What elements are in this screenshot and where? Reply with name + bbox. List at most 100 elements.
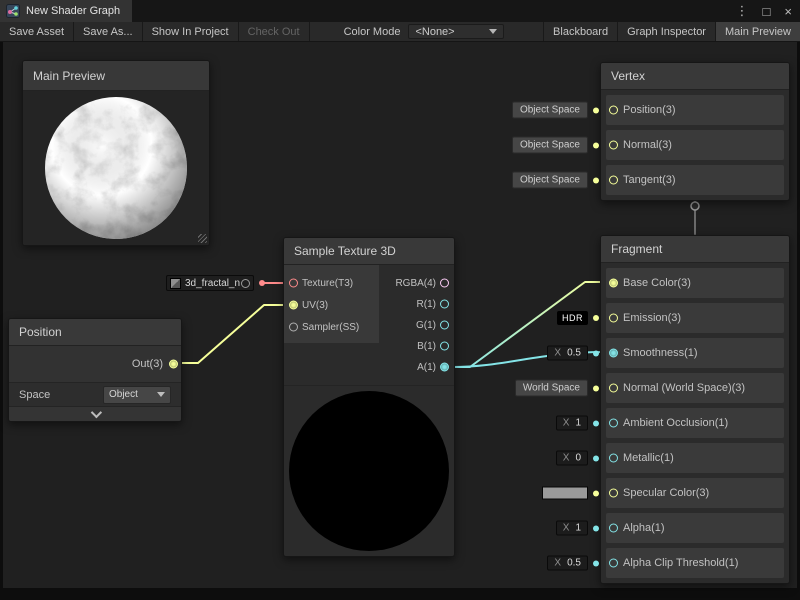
vertex-row-tangent: Tangent(3) Object Space xyxy=(606,165,784,195)
graph-inspector-toggle-button[interactable]: Graph Inspector xyxy=(617,22,715,41)
ambient-occlusion-value-field[interactable]: X 1 xyxy=(556,416,588,431)
sampler-input-port[interactable] xyxy=(289,323,298,332)
window-controls: ⋮ □ × xyxy=(736,0,800,22)
position-node-title-bar[interactable]: Position xyxy=(9,319,181,346)
space-dropdown[interactable]: Object xyxy=(103,386,171,404)
a-output-port[interactable] xyxy=(440,363,449,372)
texture-port-label: Texture(T3) xyxy=(302,278,353,289)
b-port-label: B(1) xyxy=(417,341,436,352)
x-prefix: X xyxy=(563,453,570,464)
x-value: 1 xyxy=(575,418,581,429)
g-port-label: G(1) xyxy=(416,320,436,331)
texture-3d-preview xyxy=(289,391,449,551)
normal-input-port[interactable] xyxy=(609,141,618,150)
fragment-row-base-color: Base Color(3) xyxy=(606,268,784,298)
position-node[interactable]: Position Out(3) Space Object xyxy=(8,318,182,422)
metallic-input-port[interactable] xyxy=(609,454,618,463)
texture-input-port[interactable] xyxy=(289,279,298,288)
base-color-label: Base Color(3) xyxy=(623,277,691,289)
tangent-space-dropdown[interactable]: Object Space xyxy=(512,172,588,189)
widget-port-dot xyxy=(593,350,599,356)
fragment-row-alpha-clip: Alpha Clip Threshold(1) X 0.5 xyxy=(606,548,784,578)
specular-color-label: Specular Color(3) xyxy=(623,487,709,499)
position-node-title: Position xyxy=(19,325,62,339)
save-as-button[interactable]: Save As... xyxy=(74,22,143,41)
normal-ws-input-port[interactable] xyxy=(609,384,618,393)
a-port-label: A(1) xyxy=(417,362,436,373)
vertex-context-node[interactable]: Vertex Position(3) Object Space Normal(3… xyxy=(600,62,790,201)
shader-graph-window: New Shader Graph ⋮ □ × Save Asset Save A… xyxy=(0,0,800,600)
widget-port-dot xyxy=(593,455,599,461)
chevron-down-icon xyxy=(489,29,497,34)
specular-color-input-port[interactable] xyxy=(609,489,618,498)
base-color-input-port[interactable] xyxy=(609,279,618,288)
ambient-occlusion-input-port[interactable] xyxy=(609,419,618,428)
main-preview-panel[interactable]: Main Preview xyxy=(22,60,210,246)
alpha-value-field[interactable]: X 1 xyxy=(556,521,588,536)
sampler-input-row: Sampler(SS) xyxy=(285,319,359,335)
out-port-label: Out(3) xyxy=(132,358,163,370)
tangent-input-port[interactable] xyxy=(609,176,618,185)
collapse-preview-button[interactable] xyxy=(9,406,181,421)
texture-input-row: Texture(T3) 3d_fractal_n xyxy=(285,275,353,291)
smoothness-value-field[interactable]: X 0.5 xyxy=(547,346,588,361)
texture-object-field[interactable]: 3d_fractal_n xyxy=(166,275,254,291)
chevron-down-icon xyxy=(157,392,165,397)
position-space-dropdown[interactable]: Object Space xyxy=(512,102,588,119)
normal-space-dropdown[interactable]: Object Space xyxy=(512,137,588,154)
main-preview-title: Main Preview xyxy=(33,69,105,83)
x-value: 1 xyxy=(575,523,581,534)
fragment-row-emission: Emission(3) HDR xyxy=(606,303,784,333)
graph-toolbar: Save Asset Save As... Show In Project Ch… xyxy=(0,22,800,42)
sample-texture-3d-title-bar[interactable]: Sample Texture 3D xyxy=(284,238,454,265)
shader-preview-sphere[interactable] xyxy=(42,94,190,242)
widget-port-dot xyxy=(593,385,599,391)
fragment-node-title-bar[interactable]: Fragment xyxy=(601,236,789,263)
hdr-color-field[interactable]: HDR xyxy=(557,311,588,325)
rgba-output-row: RGBA(4) xyxy=(395,275,453,291)
specular-color-swatch[interactable] xyxy=(542,487,588,500)
tangent-space-widget: Object Space xyxy=(512,172,599,189)
r-output-row: R(1) xyxy=(417,296,453,312)
sample-texture-3d-node[interactable]: Sample Texture 3D Texture(T3) 3d_fractal… xyxy=(283,237,455,557)
position-input-port[interactable] xyxy=(609,106,618,115)
alpha-label: Alpha(1) xyxy=(623,522,665,534)
r-output-port[interactable] xyxy=(440,300,449,309)
fragment-context-node[interactable]: Fragment Base Color(3) Emission(3) HDR S… xyxy=(600,235,790,584)
object-picker-icon[interactable] xyxy=(241,279,250,288)
maximize-icon[interactable]: □ xyxy=(763,4,771,19)
alpha-clip-input-port[interactable] xyxy=(609,559,618,568)
close-icon[interactable]: × xyxy=(784,4,792,19)
x-value: 0 xyxy=(575,453,581,464)
normal-space-dropdown[interactable]: World Space xyxy=(515,380,588,397)
resize-handle[interactable] xyxy=(198,234,207,243)
vertex-node-title-bar[interactable]: Vertex xyxy=(601,63,789,90)
alpha-input-port[interactable] xyxy=(609,524,618,533)
main-preview-toggle-button[interactable]: Main Preview xyxy=(715,22,800,41)
main-preview-title-bar[interactable]: Main Preview xyxy=(23,61,209,91)
rgba-output-port[interactable] xyxy=(440,279,449,288)
fragment-row-alpha: Alpha(1) X 1 xyxy=(606,513,784,543)
x-prefix: X xyxy=(554,348,561,359)
x-prefix: X xyxy=(563,418,570,429)
x-prefix: X xyxy=(563,523,570,534)
uv-input-port[interactable] xyxy=(289,301,298,310)
smoothness-input-port[interactable] xyxy=(609,349,618,358)
emission-input-port[interactable] xyxy=(609,314,618,323)
sampler-port-label: Sampler(SS) xyxy=(302,322,359,333)
toolbar-spacer xyxy=(504,22,543,41)
tab-new-shader-graph[interactable]: New Shader Graph xyxy=(0,0,132,22)
b-output-port[interactable] xyxy=(440,342,449,351)
main-preview-viewport[interactable] xyxy=(23,91,209,245)
menu-icon[interactable]: ⋮ xyxy=(736,3,749,19)
show-in-project-button[interactable]: Show In Project xyxy=(143,22,239,41)
alpha-clip-value-field[interactable]: X 0.5 xyxy=(547,556,588,571)
g-output-port[interactable] xyxy=(440,321,449,330)
color-mode-dropdown[interactable]: <None> xyxy=(408,24,504,39)
texture-thumbnail-icon xyxy=(170,278,181,289)
metallic-value-field[interactable]: X 0 xyxy=(556,451,588,466)
save-asset-button[interactable]: Save Asset xyxy=(0,22,74,41)
blackboard-toggle-button[interactable]: Blackboard xyxy=(543,22,617,41)
out-port[interactable] xyxy=(169,360,178,369)
fragment-row-normal: Normal (World Space)(3) World Space xyxy=(606,373,784,403)
